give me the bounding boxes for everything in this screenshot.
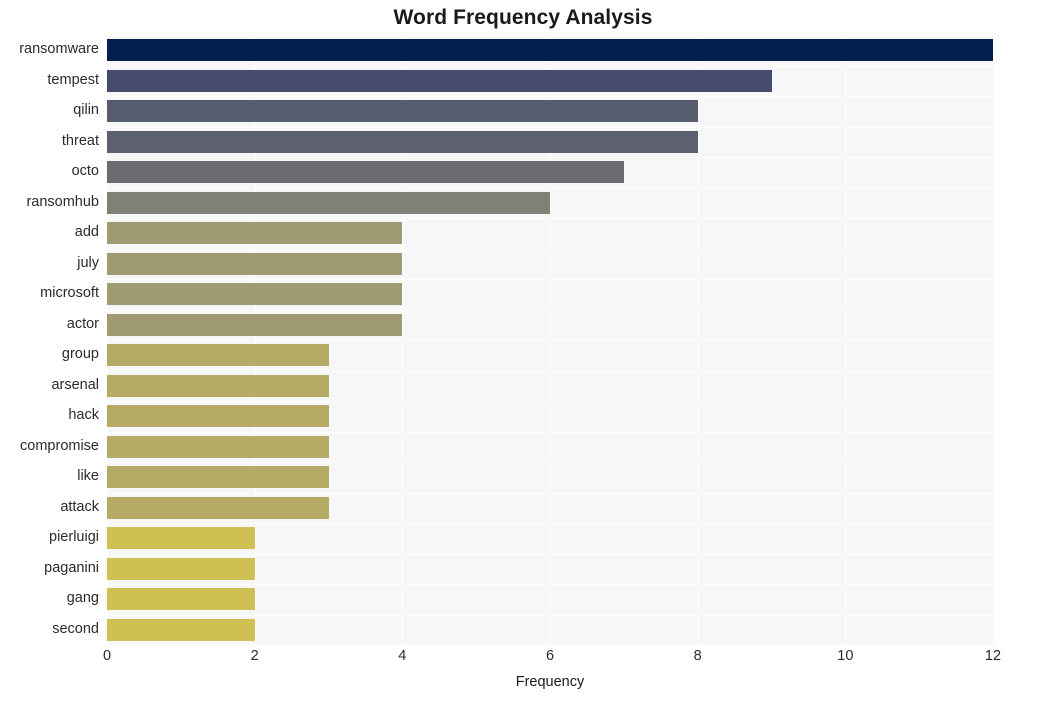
chart-figure: Word Frequency Analysis ransomware tempes…: [0, 0, 1046, 701]
bar-row: [107, 405, 993, 428]
y-tick-label: octo: [71, 163, 99, 180]
bar-row: [107, 191, 993, 214]
bar-row: [107, 374, 993, 397]
band-separator: [107, 401, 993, 402]
x-tick-label: 12: [984, 648, 1002, 664]
x-tick-label: 6: [545, 648, 555, 664]
bar: [107, 588, 255, 611]
chart-title: Word Frequency Analysis: [393, 6, 653, 29]
y-tick-label: compromise: [20, 437, 99, 454]
band-separator: [107, 157, 993, 158]
band-separator: [107, 462, 993, 463]
y-tick-label: microsoft: [40, 285, 99, 302]
y-tick-label: hack: [68, 407, 99, 424]
bar: [107, 405, 329, 428]
plot-area: [107, 35, 994, 646]
bar-row: [107, 344, 993, 367]
band-separator: [107, 96, 993, 97]
bar: [107, 69, 772, 92]
bar: [107, 435, 329, 458]
y-tick-label: tempest: [47, 71, 99, 88]
y-tick-label: second: [52, 620, 99, 637]
bar: [107, 130, 698, 153]
bar: [107, 252, 403, 275]
bar: [107, 344, 329, 367]
band-separator: [107, 553, 993, 555]
x-tick-label: 0: [102, 648, 112, 664]
bar: [107, 222, 403, 245]
y-tick-label: arsenal: [51, 376, 99, 393]
band-separator: [107, 492, 993, 494]
band-separator: [107, 614, 993, 616]
y-tick-label: pierluigi: [49, 529, 99, 546]
bar-row: [107, 588, 993, 611]
bar-row: [107, 313, 993, 336]
x-tick-label: 4: [398, 648, 407, 664]
y-tick-label: attack: [60, 498, 99, 515]
band-separator: [107, 309, 993, 311]
bar: [107, 618, 255, 641]
bar: [107, 161, 624, 184]
band-separator: [107, 340, 993, 341]
bar-row: [107, 496, 993, 519]
y-tick-label: ransomhub: [26, 193, 99, 210]
band-separator: [107, 523, 993, 524]
y-tick-label: group: [61, 346, 99, 363]
band-separator: [107, 370, 993, 372]
bar-row: [107, 557, 993, 580]
band-separator: [107, 35, 993, 36]
bar-row: [107, 527, 993, 550]
bar: [107, 191, 550, 214]
bar: [107, 283, 403, 306]
y-tick-label: like: [77, 468, 99, 485]
y-tick-label: qilin: [73, 102, 99, 119]
x-tick-label: 8: [693, 648, 702, 664]
band-separator: [107, 218, 993, 219]
bar-row: [107, 69, 993, 92]
bar: [107, 496, 329, 519]
bar-row: [107, 435, 993, 458]
gridline-x: [993, 35, 994, 645]
bar-row: [107, 100, 993, 123]
band-separator: [107, 584, 993, 585]
band-separator: [107, 65, 993, 67]
y-tick-label: paganini: [44, 559, 99, 576]
bar-row: [107, 39, 993, 62]
band-separator: [107, 279, 993, 280]
bar-row: [107, 130, 993, 153]
band-separator: [107, 645, 993, 646]
bar-row: [107, 222, 993, 245]
bar: [107, 374, 329, 397]
band-separator: [107, 431, 993, 433]
bar: [107, 557, 255, 580]
bar: [107, 466, 329, 489]
y-tick-label: threat: [61, 132, 99, 149]
band-separator: [107, 248, 993, 250]
bar-row: [107, 618, 993, 641]
bar-row: [107, 283, 993, 306]
bar: [107, 527, 255, 550]
y-tick-label: july: [77, 254, 99, 271]
x-axis-tick-labels: 0 2 4 6 8 10 12: [103, 648, 1001, 670]
band-separator: [107, 187, 993, 189]
bar-row: [107, 466, 993, 489]
y-axis-tick-labels: ransomware tempest qilin threat octo ransomhu…: [0, 35, 99, 645]
y-tick-label: add: [74, 224, 99, 241]
y-tick-label: ransomware: [19, 41, 99, 58]
x-tick-label: 2: [250, 648, 259, 664]
bar: [107, 100, 698, 123]
band-separator: [107, 126, 993, 128]
y-tick-label: gang: [66, 590, 99, 607]
bar: [107, 39, 993, 62]
x-axis-label: Frequency: [515, 674, 585, 690]
bar-row: [107, 161, 993, 184]
x-tick-label: 10: [837, 648, 854, 664]
bar-row: [107, 252, 993, 275]
bar: [107, 313, 403, 336]
y-tick-label: actor: [66, 315, 99, 332]
